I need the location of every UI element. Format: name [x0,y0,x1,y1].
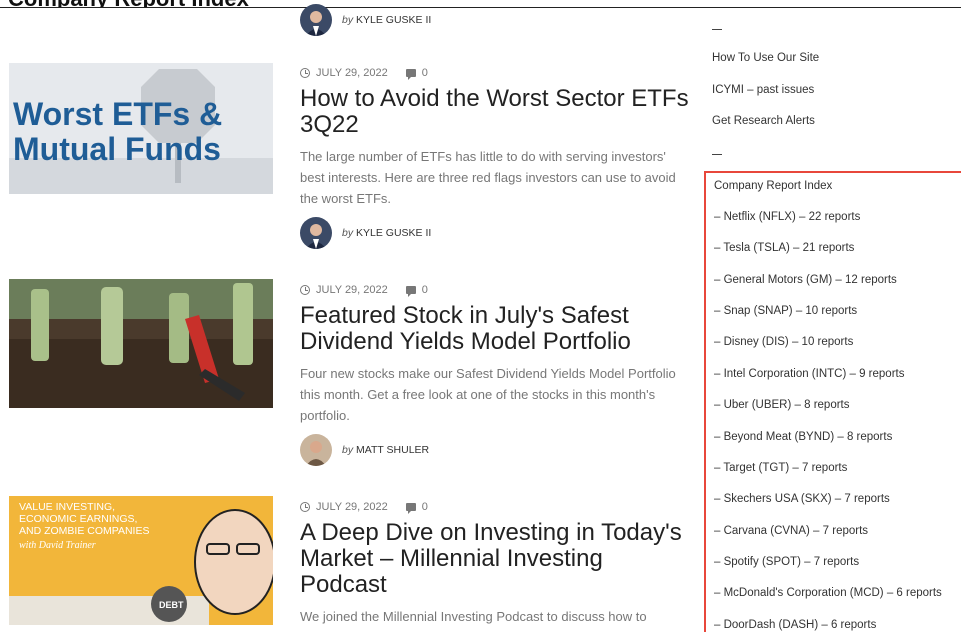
comment-count[interactable]: 0 [422,501,428,513]
thumb-text-line-4: with David Trainer [19,540,96,551]
report-link-general-motors[interactable]: – General Motors (GM) – 12 reports [714,274,897,286]
thumb-text-line-2: ECONOMIC EARNINGS, [19,513,137,525]
article-title[interactable]: A Deep Dive on Investing in Today's Mark… [300,520,690,598]
article-meta: JULY 29, 2022 0 [300,66,690,80]
article-thumbnail-podcast[interactable]: VALUE INVESTING, ECONOMIC EARNINGS, AND … [9,496,273,625]
report-link-snap[interactable]: – Snap (SNAP) – 10 reports [714,305,857,317]
author-name[interactable]: MATT SHULER [356,444,429,456]
author-line: by KYLE GUSKE II [300,217,690,249]
report-link-beyond-meat[interactable]: – Beyond Meat (BYND) – 8 reports [714,431,892,443]
thumb-text-debt: DEBT [159,600,184,610]
author-name[interactable]: KYLE GUSKE II [356,227,431,239]
comment-icon [405,503,416,514]
report-link-doordash[interactable]: – DoorDash (DASH) – 6 reports [714,619,876,631]
article-0: by KYLE GUSKE II [300,4,690,36]
report-link-disney[interactable]: – Disney (DIS) – 10 reports [714,336,853,348]
article-2: JULY 29, 2022 0 Featured Stock in July's… [300,283,690,466]
clock-icon [300,502,310,512]
article-title[interactable]: How to Avoid the Worst Sector ETFs 3Q22 [300,86,690,138]
article-thumbnail-dividend-plants[interactable] [9,279,273,408]
article-date: JULY 29, 2022 [316,284,388,296]
report-link-intel[interactable]: – Intel Corporation (INTC) – 9 reports [714,368,904,380]
author-prefix: by [342,14,354,26]
top-header-title: Company Report Index [8,0,249,7]
report-link-target[interactable]: – Target (TGT) – 7 reports [714,462,847,474]
comment-icon [405,286,416,297]
article-title[interactable]: Featured Stock in July's Safest Dividend… [300,303,690,355]
author-avatar[interactable] [300,4,332,36]
thumb-text-line-1: Worst ETFs & [13,96,222,132]
company-report-index-highlight: Company Report Index – Netflix (NFLX) – … [704,171,961,632]
report-link-skechers[interactable]: – Skechers USA (SKX) – 7 reports [714,493,890,505]
article-date: JULY 29, 2022 [316,67,388,79]
sidebar-divider [712,154,722,155]
sidebar-divider [712,29,722,30]
author-name[interactable]: KYLE GUSKE II [356,14,431,26]
article-excerpt: We joined the Millennial Investing Podca… [300,609,647,624]
clock-icon [300,285,310,295]
comment-count[interactable]: 0 [422,284,428,296]
article-meta: JULY 29, 2022 0 [300,500,690,514]
author-prefix: by [342,227,354,239]
report-link-netflix[interactable]: – Netflix (NFLX) – 22 reports [714,211,860,223]
report-link-tesla[interactable]: – Tesla (TSLA) – 21 reports [714,242,854,254]
thumb-text-line-3: AND ZOMBIE COMPANIES [19,525,150,537]
article-excerpt: The large number of ETFs has little to d… [300,149,676,206]
article-excerpt: Four new stocks make our Safest Dividend… [300,366,676,423]
report-link-mcdonalds[interactable]: – McDonald's Corporation (MCD) – 6 repor… [714,587,942,599]
report-link-spotify[interactable]: – Spotify (SPOT) – 7 reports [714,556,859,568]
author-avatar[interactable] [300,217,332,249]
sidebar-link-research-alerts[interactable]: Get Research Alerts [712,115,815,127]
article-date: JULY 29, 2022 [316,501,388,513]
article-3: JULY 29, 2022 0 A Deep Dive on Investing… [300,500,690,627]
author-line: by KYLE GUSKE II [300,4,690,36]
article-meta: JULY 29, 2022 0 [300,283,690,297]
sidebar-link-icymi[interactable]: ICYMI – past issues [712,84,814,96]
article-thumbnail-worst-etfs[interactable]: Worst ETFs & Mutual Funds [9,63,273,194]
author-line: by MATT SHULER [300,434,690,466]
clock-icon [300,68,310,78]
report-index-title[interactable]: Company Report Index [714,180,832,192]
comment-count[interactable]: 0 [422,67,428,79]
thumb-text-line-1: VALUE INVESTING, [19,501,115,513]
thumb-text-line-2: Mutual Funds [13,131,221,167]
comment-icon [405,69,416,80]
report-link-uber[interactable]: – Uber (UBER) – 8 reports [714,399,850,411]
author-avatar[interactable] [300,434,332,466]
report-link-carvana[interactable]: – Carvana (CVNA) – 7 reports [714,525,868,537]
sidebar-link-how-to-use[interactable]: How To Use Our Site [712,52,819,64]
author-prefix: by [342,444,354,456]
article-1: JULY 29, 2022 0 How to Avoid the Worst S… [300,66,690,249]
